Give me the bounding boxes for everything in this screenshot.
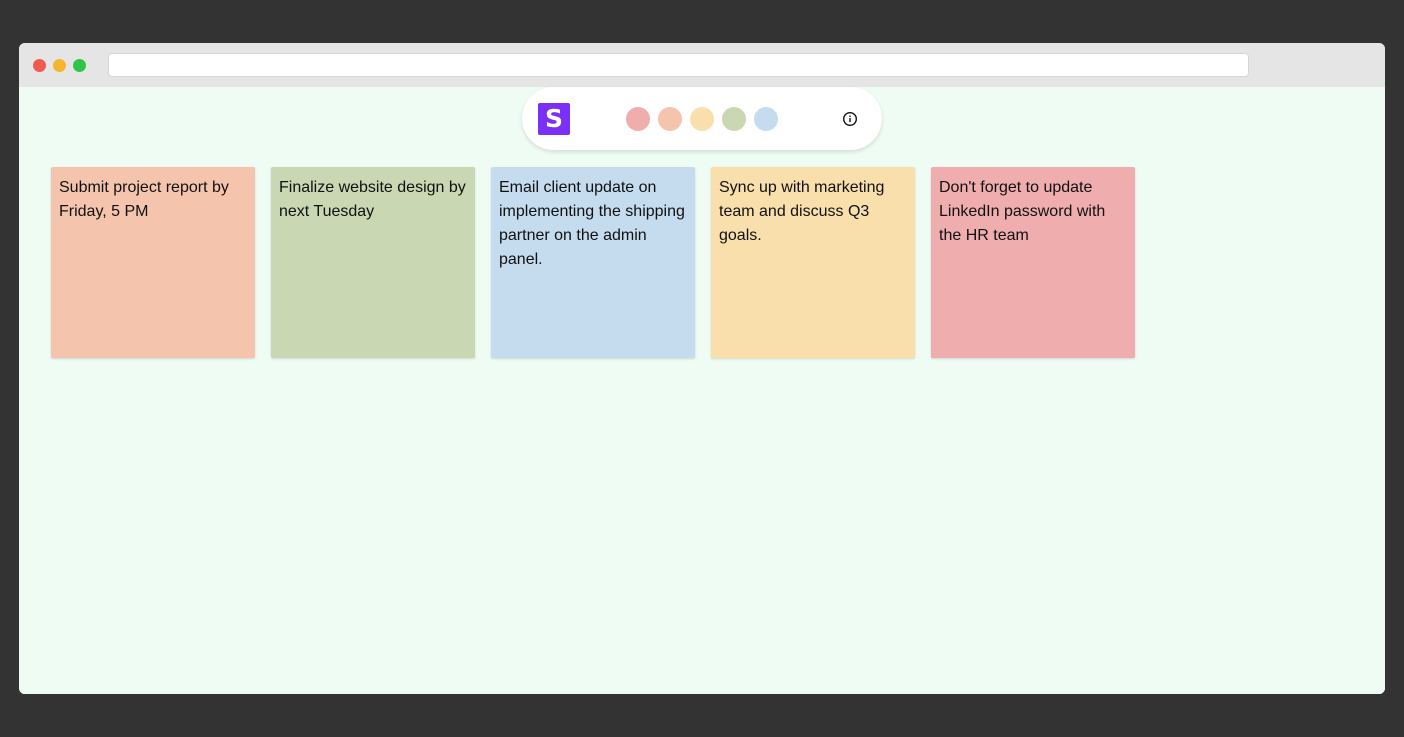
sticky-note[interactable]: Email client update on implementing the …: [491, 167, 695, 358]
color-swatch-yellow[interactable]: [690, 107, 714, 131]
color-swatch-blue[interactable]: [754, 107, 778, 131]
browser-window: S Submit project report by Friday, 5 PM …: [19, 43, 1385, 694]
sticky-note[interactable]: Sync up with marketing team and discuss …: [711, 167, 915, 358]
notes-board: Submit project report by Friday, 5 PM Fi…: [51, 167, 1135, 358]
app-logo: S: [538, 103, 570, 135]
color-swatch-peach[interactable]: [658, 107, 682, 131]
sticky-note[interactable]: Finalize website design by next Tuesday: [271, 167, 475, 358]
sticky-note[interactable]: Don't forget to update LinkedIn password…: [931, 167, 1135, 358]
sticky-note[interactable]: Submit project report by Friday, 5 PM: [51, 167, 255, 358]
maximize-window-button[interactable]: [73, 59, 86, 72]
color-swatches: [626, 107, 778, 131]
color-swatch-green[interactable]: [722, 107, 746, 131]
browser-titlebar: [19, 43, 1385, 87]
sticky-notes-app: S Submit project report by Friday, 5 PM …: [19, 87, 1385, 694]
address-bar[interactable]: [108, 53, 1249, 77]
toolbar: S: [522, 87, 882, 150]
minimize-window-button[interactable]: [53, 59, 66, 72]
info-circle-icon: [842, 111, 858, 127]
close-window-button[interactable]: [33, 59, 46, 72]
color-swatch-pink[interactable]: [626, 107, 650, 131]
info-button[interactable]: [840, 109, 860, 129]
